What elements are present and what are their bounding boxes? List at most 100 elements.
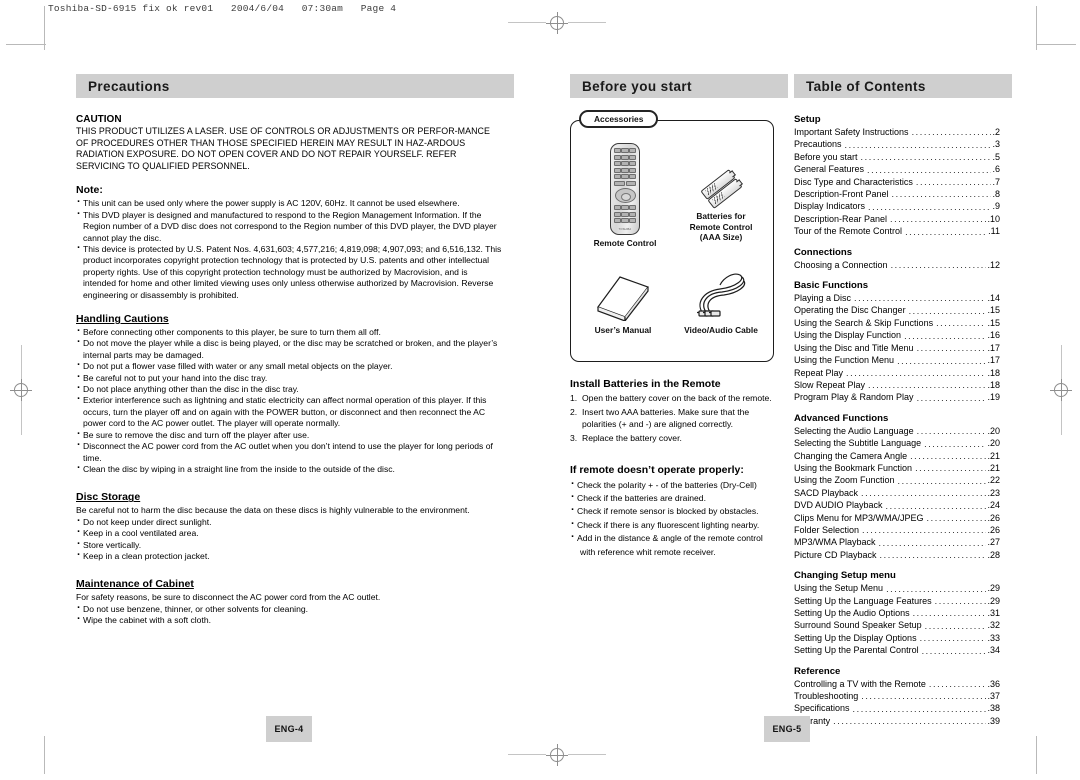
reg-rule-bottom-right xyxy=(568,754,606,755)
toc-entry[interactable]: Changing the Camera Angle...............… xyxy=(794,450,1000,462)
toc-entry-page: 29 xyxy=(987,582,1000,594)
toc-entry[interactable]: Troubleshooting.........................… xyxy=(794,690,1000,702)
toc-group-heading: Connections xyxy=(794,246,853,258)
caution-heading: CAUTION xyxy=(76,114,122,125)
toc-entry[interactable]: Specifications..........................… xyxy=(794,702,1000,714)
handling-cautions-heading: Handling Cautions xyxy=(76,313,169,326)
caution-body: THIS PRODUCT UTILIZES A LASER. USE OF CO… xyxy=(76,126,490,171)
toc-entry[interactable]: DVD AUDIO Playback......................… xyxy=(794,499,1000,511)
toc-entry[interactable]: Display Indicators......................… xyxy=(794,200,1000,212)
toc-entry-page: 6 xyxy=(992,163,1000,175)
toc-entry[interactable]: Surround Sound Speaker Setup............… xyxy=(794,619,1000,631)
remote-control-icon: TOSHIBA xyxy=(610,143,640,235)
reg-rule-top-right xyxy=(568,22,606,23)
reg-rule-right-low xyxy=(1061,401,1062,435)
toc-entry[interactable]: MP3/WMA Playback........................… xyxy=(794,536,1000,548)
toc-entry[interactable]: Using the Setup Menu....................… xyxy=(794,582,1000,594)
disc-storage-list: Do not keep under direct sunlight. Keep … xyxy=(76,516,502,563)
registration-mark-bottom xyxy=(546,744,568,766)
toc-entry[interactable]: Setting Up the Display Options..........… xyxy=(794,632,1000,644)
toc-entry[interactable]: Setting Up the Audio Options............… xyxy=(794,607,1000,619)
toc-entry-page: 12 xyxy=(987,259,1000,271)
toc-entry[interactable]: Using the Display Function..............… xyxy=(794,329,1000,341)
toc-entry-page: 19 xyxy=(987,391,1000,403)
toc-entry[interactable]: SACD Playback...........................… xyxy=(794,487,1000,499)
toc-entry[interactable]: Using the Zoom Function.................… xyxy=(794,474,1000,486)
toc-entry[interactable]: Selecting the Subtitle Language.........… xyxy=(794,437,1000,449)
toc-entry-title: Troubleshooting xyxy=(794,691,859,702)
toc-entry[interactable]: Disc Type and Characteristics...........… xyxy=(794,176,1000,188)
toc-dot-leader: ........................................… xyxy=(852,703,987,713)
toc-entry[interactable]: Using the Function Menu.................… xyxy=(794,354,1000,366)
list-item: Before connecting other components to th… xyxy=(76,326,502,338)
batteries-icon xyxy=(698,161,744,209)
toc-dot-leader: ........................................… xyxy=(916,426,987,436)
toc-entry[interactable]: Using the Bookmark Function.............… xyxy=(794,462,1000,474)
toc-entry-page: 23 xyxy=(987,487,1000,499)
toc-entry[interactable]: Warranty................................… xyxy=(794,715,1000,727)
toc-entry-page: 17 xyxy=(987,342,1000,354)
list-item: 2. Insert two AAA batteries. Make sure t… xyxy=(570,407,776,430)
toc-entry[interactable]: Using the Disc and Title Menu...........… xyxy=(794,342,1000,354)
reg-rule-left xyxy=(21,345,22,379)
toc-entry[interactable]: Precautions.............................… xyxy=(794,138,1000,150)
precautions-title: Precautions xyxy=(88,78,170,94)
toc-entry[interactable]: Slow Repeat Play........................… xyxy=(794,379,1000,391)
list-item: Do not use benzene, thinner, or other so… xyxy=(76,603,502,615)
toc-entry-title: MP3/WMA Playback xyxy=(794,537,876,548)
toc-entry-title: Tour of the Remote Control xyxy=(794,226,903,237)
toc-dot-leader: ........................................… xyxy=(905,226,988,236)
toc-dot-leader: ........................................… xyxy=(915,177,992,187)
list-item: 1. Open the battery cover on the back of… xyxy=(570,393,776,404)
toc-entry-title: Description-Front Panel xyxy=(794,189,889,200)
toc-group-heading: Basic Functions xyxy=(794,280,869,292)
disc-storage-block: Disc Storage Be careful not to harm the … xyxy=(76,491,502,562)
toc-entry[interactable]: Setting Up the Parental Control.........… xyxy=(794,644,1000,656)
install-batteries-block: Install Batteries in the Remote 1. Open … xyxy=(570,378,776,445)
toc-entry[interactable]: Tour of the Remote Control..............… xyxy=(794,225,1000,237)
toc-entry-title: Important Safety Instructions xyxy=(794,127,909,137)
toc-entry[interactable]: Operating the Disc Changer..............… xyxy=(794,304,1000,316)
list-item: Check the polarity + - of the batteries … xyxy=(570,478,776,492)
toc-dot-leader: ........................................… xyxy=(915,463,986,473)
toc-entry[interactable]: Setting Up the Language Features........… xyxy=(794,595,1000,607)
toc-entry[interactable]: Controlling a TV with the Remote........… xyxy=(794,678,1000,690)
toc-dot-leader: ........................................… xyxy=(912,608,987,618)
accessory-av-cable: Video/Audio Cable xyxy=(671,271,771,336)
toc-entry[interactable]: Description-Rear Panel..................… xyxy=(794,213,1000,225)
toc-entry[interactable]: Selecting the Audio Language............… xyxy=(794,425,1000,437)
maintenance-heading: Maintenance of Cabinet xyxy=(76,578,194,591)
toc-entry[interactable]: Before you start........................… xyxy=(794,151,1000,163)
toc-dot-leader: ........................................… xyxy=(861,691,986,701)
handling-cautions-list: Before connecting other components to th… xyxy=(76,326,502,475)
toc-entry-title: Display Indicators xyxy=(794,201,866,212)
toc-entry[interactable]: Using the Search & Skip Functions.......… xyxy=(794,317,1000,329)
toc-entry-title: Folder Selection xyxy=(794,524,860,535)
toc-entry[interactable]: Clips Menu for MP3/WMA/JPEG.............… xyxy=(794,512,1000,524)
toc-entry[interactable]: Description-Front Panel.................… xyxy=(794,188,1000,200)
accessory-label: Video/Audio Cable xyxy=(684,325,758,335)
av-cable-icon xyxy=(690,271,752,321)
toc-entry[interactable]: General Features........................… xyxy=(794,163,1000,175)
toc-entry-title: Using the Setup Menu xyxy=(794,583,884,594)
toc-entry[interactable]: Picture CD Playback.....................… xyxy=(794,549,1000,561)
list-item: Add in the distance & angle of the remot… xyxy=(570,531,776,545)
reg-rule-bottom xyxy=(508,754,546,755)
toc-entry-page: 33 xyxy=(987,632,1000,644)
toc-dot-leader: ........................................… xyxy=(846,367,986,377)
toc-entry[interactable]: Important Safety Instructions...........… xyxy=(794,126,1000,138)
toc-dot-leader: ........................................… xyxy=(867,164,991,174)
toc-dot-leader: ........................................… xyxy=(928,679,987,689)
toc-entry[interactable]: Playing a Disc..........................… xyxy=(794,292,1000,304)
toc-entry-title: Selecting the Subtitle Language xyxy=(794,438,922,449)
toc-entry-title: Using the Zoom Function xyxy=(794,475,895,486)
toc-entry-page: 36 xyxy=(987,678,1000,690)
toc-entry-page: 26 xyxy=(987,512,1000,524)
toc-entry[interactable]: Repeat Play.............................… xyxy=(794,367,1000,379)
toc-entry[interactable]: Program Play & Random Play..............… xyxy=(794,391,1000,403)
toc-dot-leader: ........................................… xyxy=(844,139,992,149)
toc-group-heading: Advanced Functions xyxy=(794,412,889,424)
toc-entry[interactable]: Folder Selection........................… xyxy=(794,524,1000,536)
toc-dot-leader: ........................................… xyxy=(910,450,986,460)
toc-entry[interactable]: Choosing a Connection...................… xyxy=(794,259,1000,271)
